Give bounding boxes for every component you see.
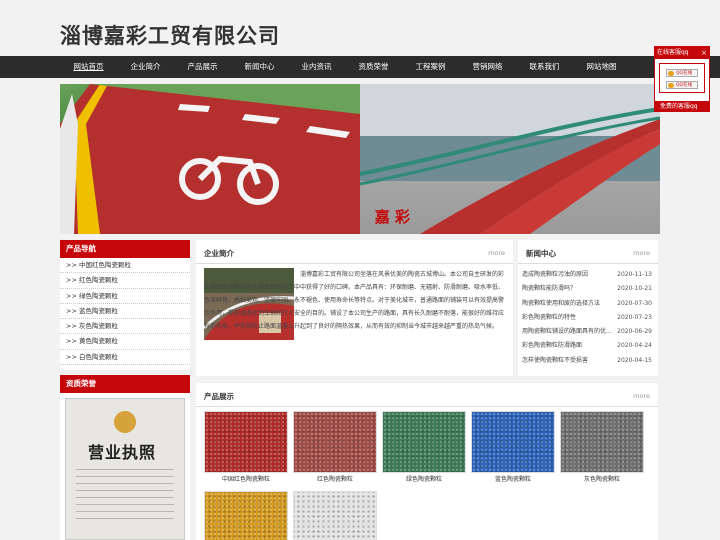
product-item[interactable]: 灰色陶瓷颗粒 [560,411,644,487]
nav-item-2[interactable]: 产品展示 [174,56,231,78]
about-text: 淄博嘉彩工贸有限公司坐落在风景优美的陶瓷古城博山。本公司自主研发的彩色路面陶瓷颗… [204,271,505,330]
qq-online-button-2[interactable]: QQ在线 [666,81,698,89]
product-nav-item-5[interactable]: >> 黄色陶瓷颗粒 [60,334,190,350]
banner-image-curved-road: 嘉 彩 [360,84,660,234]
qq-header: 在线客服qq × [655,47,709,59]
news-item[interactable]: 彩色陶瓷颗粒的特性 2020-07-23 [518,311,658,325]
product-item[interactable] [204,491,288,540]
nav-item-7[interactable]: 营销网络 [459,56,516,78]
product-item[interactable]: 绿色陶瓷颗粒 [382,411,466,487]
news-panel: 新闻中心 more 造成陶瓷颗粒污浊的原因 2020-11-13 陶瓷颗粒能防滑吗？… [518,240,658,376]
products-title: 产品展示 [204,392,234,401]
qq-footer-link[interactable]: 免费的客服qq [654,101,710,112]
about-panel: 企业简介 more 淄博嘉彩工贸有限公司坐落在风景优美的陶瓷古城博山。本公司自主… [196,240,513,376]
news-item-date: 2020-07-23 [617,313,652,321]
qq-body: QQ在线 QQ在线 [659,63,705,93]
main-nav: 网站首页 企业简介 产品展示 新闻中心 业内资讯 资质荣誉 工程案例 营销网络 联系我们 网站地图 [0,56,720,78]
product-name: 中国红色陶瓷颗粒 [221,476,270,483]
product-image[interactable] [560,411,644,473]
close-icon[interactable]: × [701,47,707,59]
nav-item-3[interactable]: 新闻中心 [231,56,288,78]
news-title: 新闻中心 [526,249,556,258]
product-image[interactable] [293,411,377,473]
nav-item-0[interactable]: 网站首页 [60,56,117,78]
news-item[interactable]: 彩色陶瓷颗粒防滑路面 2020-04-24 [518,339,658,353]
nav-item-6[interactable]: 工程案例 [402,56,459,78]
nav-item-5[interactable]: 资质荣誉 [345,56,402,78]
nav-item-1[interactable]: 企业简介 [117,56,174,78]
certs-title: 资质荣誉 [60,375,190,393]
qq-widget: 在线客服qq × QQ在线 QQ在线 免费的客服qq [654,46,710,112]
news-item-title: 造成陶瓷颗粒污浊的原因 [522,271,589,278]
qq-title: 在线客服qq [657,49,689,56]
news-item[interactable]: 造成陶瓷颗粒污浊的原因 2020-11-13 [518,268,658,282]
news-item[interactable]: 用陶瓷颗粒铺设的路面具有的优... 2020-06-29 [518,325,658,339]
news-item-date: 2020-07-30 [617,299,652,307]
news-item[interactable]: 陶瓷颗粒能防滑吗？ 2020-10-21 [518,282,658,296]
news-item-title: 彩色陶瓷颗粒防滑路面 [522,342,583,350]
product-nav-box: 产品导航 >> 中国红色陶瓷颗粒 >> 红色陶瓷颗粒 >> 绿色陶瓷颗粒 >> 蓝色陶… [60,240,190,370]
news-more-link[interactable]: more [633,249,650,257]
license-lines [76,469,174,519]
license-title: 营业执照 [88,443,157,462]
nav-item-4[interactable]: 业内资讯 [288,56,345,78]
product-nav-list: >> 中国红色陶瓷颗粒 >> 红色陶瓷颗粒 >> 绿色陶瓷颗粒 >> 蓝色陶瓷颗粒 >>… [60,258,190,366]
bike-lane-art [60,84,360,234]
header: 淄博嘉彩工贸有限公司 [0,0,720,56]
product-name: 灰色陶瓷颗粒 [583,476,620,483]
product-nav-item-4[interactable]: >> 灰色陶瓷颗粒 [60,319,190,335]
news-item-title: 用陶瓷颗粒铺设的路面具有的优... [522,328,612,336]
news-item[interactable]: 怎样使陶瓷颗粒不受损害 2020-04-15 [518,354,658,368]
products-header: 产品展示 more [196,383,658,407]
news-item-date: 2020-04-15 [617,356,652,364]
nav-items: 网站首页 企业简介 产品展示 新闻中心 业内资讯 资质荣誉 工程案例 营销网络 联系我们 网站地图 [60,56,660,78]
product-nav-item-3[interactable]: >> 蓝色陶瓷颗粒 [60,304,190,320]
about-more-link[interactable]: more [488,249,505,257]
product-name: 红色陶瓷颗粒 [316,476,353,483]
news-item-date: 2020-10-21 [617,285,652,293]
product-nav-item-0[interactable]: >> 中国红色陶瓷颗粒 [60,258,190,274]
product-name: 蓝色陶瓷颗粒 [494,476,531,483]
banner: 嘉 彩 [60,84,660,234]
news-item-date: 2020-11-13 [617,271,652,278]
product-nav-item-6[interactable]: >> 白色陶瓷颗粒 [60,350,190,366]
news-item-date: 2020-04-24 [617,342,652,350]
products-more-link[interactable]: more [633,392,650,400]
nav-item-9[interactable]: 网站地图 [573,56,630,78]
site-title: 淄博嘉彩工贸有限公司 [60,23,280,48]
product-nav-title: 产品导航 [60,240,190,258]
news-item-title: 怎样使陶瓷颗粒不受损害 [522,356,589,364]
product-item[interactable] [293,491,377,540]
product-item[interactable]: 蓝色陶瓷颗粒 [471,411,555,487]
about-title: 企业简介 [204,249,234,258]
news-list: 造成陶瓷颗粒污浊的原因 2020-11-13 陶瓷颗粒能防滑吗？ 2020-10-21… [518,268,658,368]
qq-online-button-1[interactable]: QQ在线 [666,69,698,77]
product-image[interactable] [204,491,288,540]
news-header: 新闻中心 more [518,240,658,264]
about-header: 企业简介 more [196,240,513,264]
product-item[interactable]: 红色陶瓷颗粒 [293,411,377,487]
product-item[interactable]: 中国红色陶瓷颗粒 [204,411,288,487]
product-image[interactable] [382,411,466,473]
news-item-date: 2020-06-29 [617,328,652,336]
license-emblem [114,411,136,433]
product-nav-item-1[interactable]: >> 红色陶瓷颗粒 [60,273,190,289]
news-item-title: 彩色陶瓷颗粒的特性 [522,313,577,321]
product-name: 绿色陶瓷颗粒 [405,476,442,483]
nav-item-8[interactable]: 联系我们 [516,56,573,78]
products-panel: 产品展示 more 中国红色陶瓷颗粒 红色陶瓷颗粒 绿色陶瓷颗粒 蓝色陶瓷颗粒 灰色陶瓷… [196,383,658,540]
business-license-image[interactable]: 营业执照 [65,398,185,540]
news-item-title: 陶瓷颗粒能防滑吗？ [522,285,577,293]
certs-box: 资质荣誉 营业执照 [60,375,190,540]
product-nav-item-2[interactable]: >> 绿色陶瓷颗粒 [60,289,190,304]
news-item[interactable]: 陶瓷颗粒使用和废的选择方法 2020-07-30 [518,297,658,311]
product-image[interactable] [471,411,555,473]
product-image[interactable] [293,491,377,540]
page: 淄博嘉彩工贸有限公司 网站首页 企业简介 产品展示 新闻中心 业内资讯 资质荣誉 工程案例营… [0,0,720,540]
banner-caption: 嘉 彩 [374,208,410,226]
news-item-title: 陶瓷颗粒使用和废的选择方法 [522,299,601,307]
product-image[interactable] [204,411,288,473]
banner-image-bike-lane [60,84,360,234]
